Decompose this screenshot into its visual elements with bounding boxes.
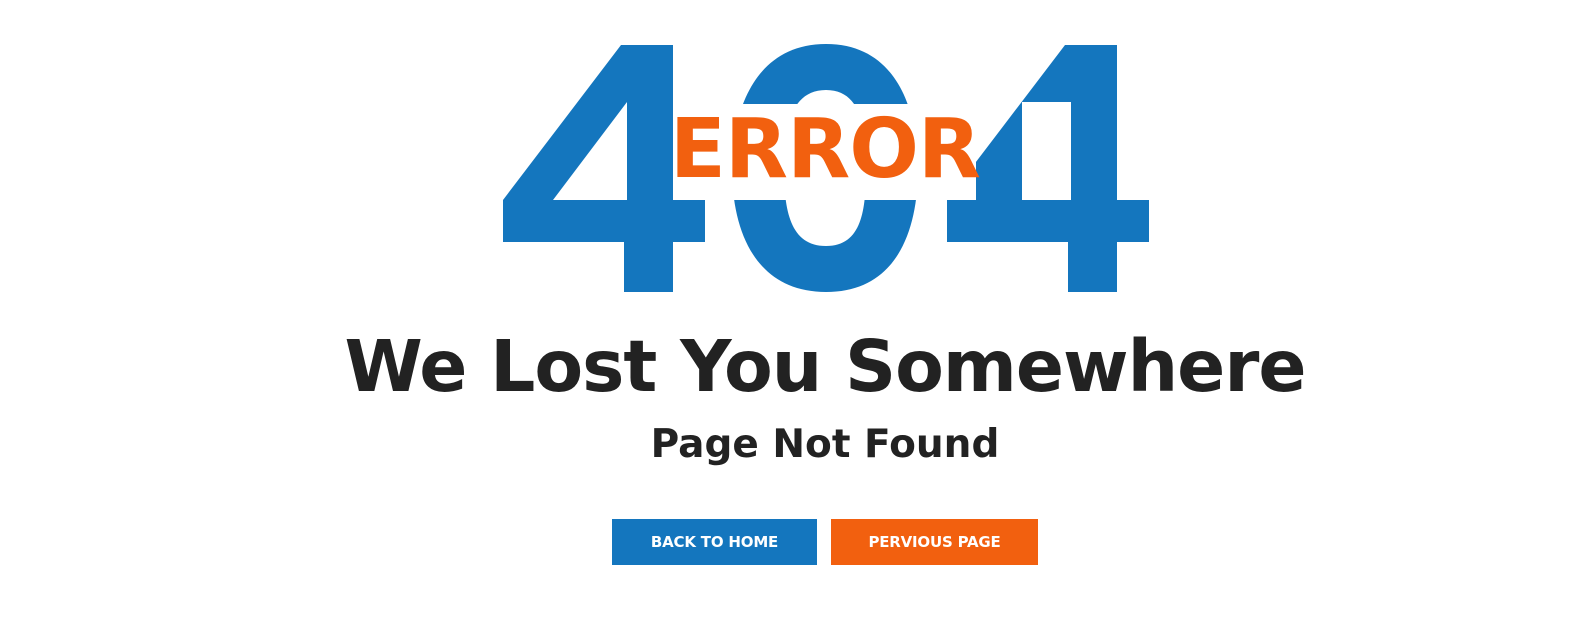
error-overlay-word: ERROR (669, 102, 981, 197)
error-404-graphic: ERROR (0, 0, 1595, 310)
page-headline: We Lost You Somewhere (344, 325, 1306, 408)
back-to-home-button[interactable]: BACK TO HOME (612, 519, 817, 565)
error-page: ERROR We Lost You Somewhere Page Not Fou… (0, 0, 1595, 634)
previous-page-button[interactable]: PERVIOUS PAGE (831, 519, 1038, 565)
page-subheadline: Page Not Found (650, 422, 1000, 467)
